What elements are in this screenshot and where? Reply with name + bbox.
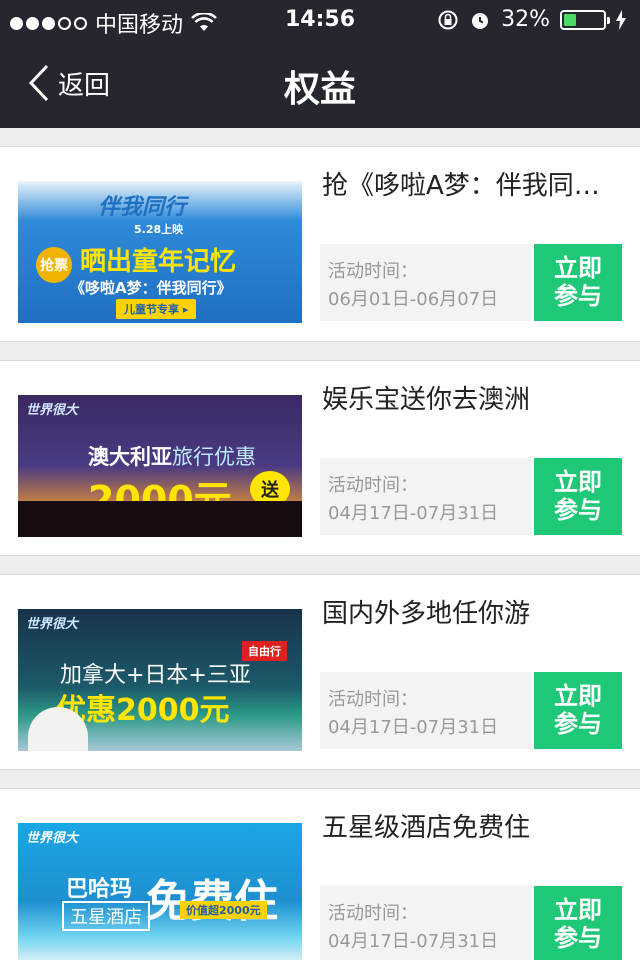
harbour-bridge-silhouette [18, 501, 302, 537]
time-label: 活动时间： [328, 903, 418, 924]
battery-percent: 32% [501, 7, 550, 32]
activity-time: 活动时间： 04月17日-07月31日 [320, 672, 532, 749]
banner-title: 伴我同行 [98, 195, 187, 220]
join-label-line1: 立即 [554, 254, 602, 282]
time-label: 活动时间： [328, 475, 418, 496]
banner-logo: 世界很大 [26, 831, 79, 846]
time-label: 活动时间： [328, 689, 418, 710]
banner-headline-rest: 旅行优惠 [172, 445, 256, 469]
item-title[interactable]: 国内外多地任你游 [322, 593, 622, 630]
battery-fill [564, 13, 577, 26]
page-title: 权益 [283, 69, 356, 110]
banner-hotel: 五星酒店 [62, 901, 150, 931]
join-label-line2: 参与 [554, 924, 602, 952]
activity-time: 活动时间： 04月17日-07月31日 [320, 886, 532, 960]
item-title[interactable]: 五星级酒店免费住 [322, 807, 622, 844]
list-item[interactable]: 伴我同行 5.28上映 抢票 晒出童年记忆 《哆啦A梦：伴我同行》 儿童节专享 … [0, 146, 640, 342]
banner-logo: 世界很大 [26, 617, 79, 632]
join-label-line2: 参与 [554, 710, 602, 738]
join-label-line1: 立即 [554, 468, 602, 496]
time-range: 04月17日-07月31日 [328, 931, 499, 952]
time-range: 06月01日-06月07日 [328, 289, 499, 310]
join-button[interactable]: 立即 参与 [534, 886, 622, 960]
banner-image[interactable]: 伴我同行 5.28上映 抢票 晒出童年记忆 《哆啦A梦：伴我同行》 儿童节专享 … [18, 181, 302, 323]
list-item[interactable]: 世界很大 澳大利亚旅行优惠 2000元 送 娱乐宝送你去澳洲 活动时间： 04月… [0, 360, 640, 556]
list-item[interactable]: 世界很大 自由行 加拿大+日本+三亚 优惠2000元 国内外多地任你游 活动时间… [0, 574, 640, 770]
benefit-list: 伴我同行 5.28上映 抢票 晒出童年记忆 《哆啦A梦：伴我同行》 儿童节专享 … [0, 146, 640, 960]
activity-time: 活动时间： 06月01日-06月07日 [320, 244, 532, 321]
list-item[interactable]: 世界很大 巴哈玛 五星酒店 免费住 价值超2000元 五星级酒店免费住 活动时间… [0, 788, 640, 960]
banner-destination: 巴哈玛 [66, 877, 133, 902]
item-title[interactable]: 抢《哆啦A梦：伴我同行》 [322, 165, 622, 202]
battery-icon [560, 9, 610, 30]
banner-headline-bold: 澳大利亚 [88, 445, 172, 469]
banner-image[interactable]: 世界很大 自由行 加拿大+日本+三亚 优惠2000元 [18, 609, 302, 751]
banner-headline-b: 2000元 [116, 693, 230, 728]
charging-bolt-icon [616, 9, 626, 30]
banner-badge: 抢票 [36, 247, 72, 283]
time-range: 04月17日-07月31日 [328, 717, 499, 738]
banner-date: 5.28上映 [134, 223, 184, 236]
nav-bar: 返回 权益 [0, 40, 640, 128]
banner-headline: 澳大利亚旅行优惠 [88, 441, 256, 471]
banner-worth-tag: 价值超2000元 [180, 901, 267, 919]
banner-image[interactable]: 世界很大 澳大利亚旅行优惠 2000元 送 [18, 395, 302, 537]
banner-subtitle: 《哆啦A梦：伴我同行》 [70, 279, 232, 297]
banner-tag: 儿童节专享 ▸ [116, 299, 197, 319]
alarm-icon [472, 12, 489, 29]
top-bar: 中国移动 14:56 32% 返回 权益 [0, 0, 640, 128]
banner-logo: 世界很大 [26, 403, 79, 418]
banner-headline: 晒出童年记忆 [80, 247, 237, 277]
rotation-lock-icon [438, 10, 458, 29]
activity-time: 活动时间： 04月17日-07月31日 [320, 458, 532, 535]
time-range: 04月17日-07月31日 [328, 503, 499, 524]
join-label-line1: 立即 [554, 682, 602, 710]
join-button[interactable]: 立即 参与 [534, 244, 622, 321]
time-label: 活动时间： [328, 261, 418, 282]
join-label-line1: 立即 [554, 896, 602, 924]
status-bar: 中国移动 14:56 32% [0, 0, 640, 40]
join-button[interactable]: 立即 参与 [534, 672, 622, 749]
banner-headline: 免费住 [146, 865, 278, 929]
join-button[interactable]: 立即 参与 [534, 458, 622, 535]
join-label-line2: 参与 [554, 496, 602, 524]
join-label-line2: 参与 [554, 282, 602, 310]
item-title[interactable]: 娱乐宝送你去澳洲 [322, 379, 622, 416]
banner-image[interactable]: 世界很大 巴哈玛 五星酒店 免费住 价值超2000元 [18, 823, 302, 960]
status-right: 32% [437, 7, 626, 32]
